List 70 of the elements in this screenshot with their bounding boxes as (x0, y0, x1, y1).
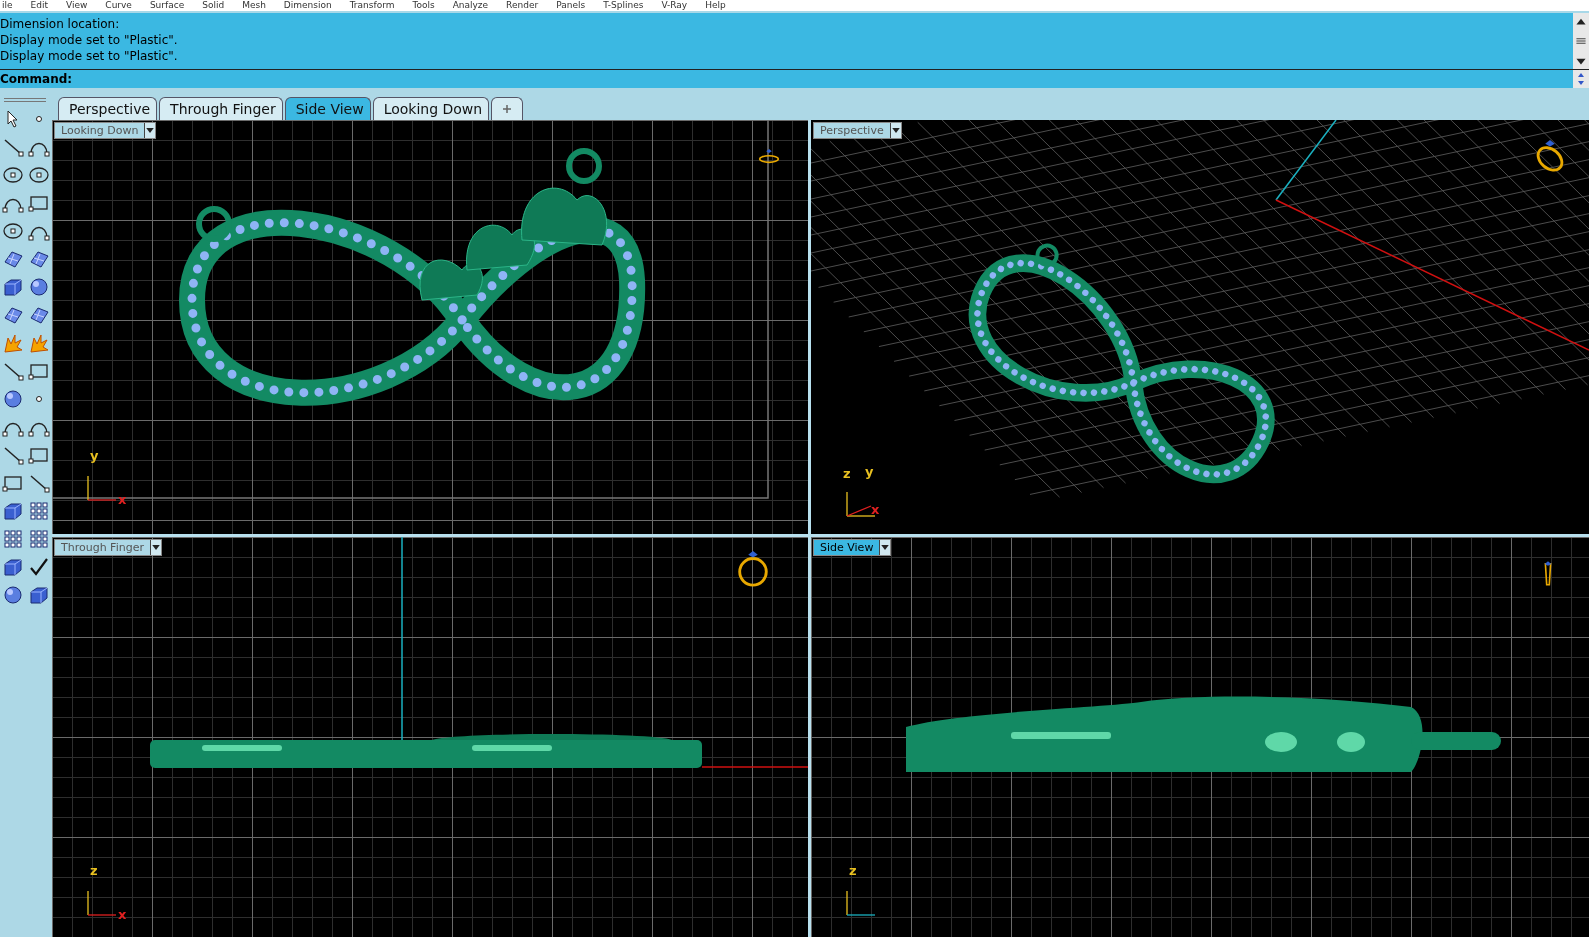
menu-item[interactable]: View (66, 0, 88, 11)
line-icon[interactable] (28, 472, 50, 494)
grid-icon[interactable] (28, 528, 50, 550)
view-tab[interactable]: Perspective (58, 97, 158, 120)
caret-icon (879, 540, 891, 555)
menu-item[interactable]: ile (2, 0, 13, 11)
new-tab-button[interactable] (491, 97, 524, 120)
circle-icon[interactable] (2, 220, 24, 242)
sphere-icon[interactable] (28, 276, 50, 298)
view-tab[interactable]: Looking Down (372, 97, 490, 120)
viewport-label[interactable]: Through Finger (54, 539, 162, 556)
axis-label: z (849, 864, 857, 877)
sphere-icon[interactable] (2, 584, 24, 606)
axis-label: y (865, 465, 874, 478)
circle-icon[interactable] (28, 164, 50, 186)
command-prompt: Command: (0, 72, 73, 86)
sphere-icon[interactable] (2, 388, 24, 410)
menu-item[interactable]: Curve (105, 0, 132, 11)
caret-icon (889, 123, 901, 138)
menu-item[interactable]: Dimension (283, 0, 332, 11)
circle-icon[interactable] (2, 164, 24, 186)
axis-label: z (843, 467, 851, 480)
line-icon[interactable] (2, 136, 24, 158)
history-line: Display mode set to "Plastic". (0, 32, 179, 48)
axis-label: z (90, 864, 98, 877)
viewport-label[interactable]: Perspective (813, 122, 902, 139)
axis-label: x (118, 908, 127, 921)
box-icon[interactable] (2, 556, 24, 578)
menu-item[interactable]: Edit (30, 0, 48, 11)
history-line: Display mode set to "Plastic". (0, 48, 179, 64)
menu-item[interactable]: Render (506, 0, 539, 11)
plus-icon (502, 104, 513, 114)
grid-icon[interactable] (2, 528, 24, 550)
menu-item[interactable]: Help (705, 0, 726, 11)
menu-item[interactable]: Panels (556, 0, 586, 11)
burst-icon[interactable] (2, 332, 24, 354)
axis-label: y (90, 449, 99, 462)
spin-arrows-icon[interactable] (1573, 70, 1589, 88)
viewport[interactable]: Side View z (811, 537, 1589, 937)
caret-icon (149, 540, 161, 555)
axis-label: x (871, 503, 880, 516)
line-icon[interactable] (2, 444, 24, 466)
grid-icon[interactable] (28, 500, 50, 522)
box-icon[interactable] (28, 584, 50, 606)
menu-item[interactable]: Analyze (452, 0, 489, 11)
history-line: Dimension location: (0, 16, 121, 32)
viewport[interactable]: Through Finger z x (52, 537, 808, 937)
menu-item[interactable]: V-Ray (661, 0, 688, 11)
check-icon[interactable] (28, 556, 50, 578)
menu-item[interactable]: Mesh (242, 0, 266, 11)
menu-item[interactable]: Transform (349, 0, 395, 11)
viewport[interactable]: Looking Down y x (52, 120, 808, 534)
caret-icon (144, 123, 156, 138)
axis-indicator-icon (87, 890, 117, 916)
line-icon[interactable] (2, 360, 24, 382)
axis-indicator-icon (87, 475, 117, 501)
burst-icon[interactable] (28, 332, 50, 354)
view-tab[interactable]: Side View (284, 97, 371, 120)
view-tab[interactable]: Through Finger (159, 97, 283, 120)
viewport[interactable]: Perspective z y x (811, 120, 1589, 534)
box-icon[interactable] (2, 500, 24, 522)
axis-label: x (118, 493, 127, 506)
menu-item[interactable]: Tools (412, 0, 435, 11)
menu-item[interactable]: Surface (149, 0, 185, 11)
viewport-label[interactable]: Looking Down (54, 122, 157, 139)
menu-item[interactable]: T-Splines (603, 0, 644, 11)
viewport-label[interactable]: Side View (813, 539, 892, 556)
axis-indicator-icon (846, 890, 876, 916)
box-icon[interactable] (2, 276, 24, 298)
menu-item[interactable]: Solid (202, 0, 225, 11)
